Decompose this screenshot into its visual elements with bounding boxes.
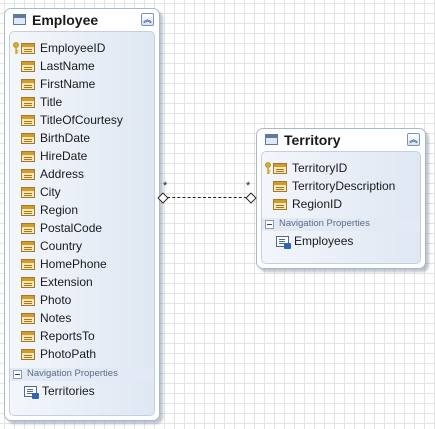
association-line[interactable] <box>162 197 252 198</box>
scalar-property-icon <box>21 205 35 216</box>
scalar-property-icon <box>21 97 35 108</box>
property-label: Photo <box>40 293 72 307</box>
left-multiplicity: * <box>163 180 168 192</box>
territory-entity-header[interactable]: Territory ︽ <box>257 129 425 151</box>
scalar-property-icon <box>21 79 35 90</box>
property-label: ReportsTo <box>40 329 95 343</box>
property-label: EmployeeID <box>40 41 106 55</box>
scalar-property-icon <box>21 115 35 126</box>
property-label: LastName <box>40 59 95 73</box>
property-row[interactable]: PhotoPath <box>10 346 154 364</box>
scalar-property-icon <box>21 61 35 72</box>
scalar-property-icon <box>21 313 35 324</box>
employee-nav-property-territories[interactable]: Territories <box>10 383 154 401</box>
property-row[interactable]: Address <box>10 166 154 184</box>
property-row[interactable]: Region <box>10 202 154 220</box>
property-row[interactable]: TitleOfCourtesy <box>10 112 154 130</box>
property-row[interactable]: Notes <box>10 310 154 328</box>
property-label: Extension <box>40 275 93 289</box>
employee-entity-title: Employee <box>32 12 99 28</box>
scalar-property-icon <box>273 181 287 192</box>
property-row[interactable]: Photo <box>10 292 154 310</box>
employee-entity-header[interactable]: Employee ︽ <box>5 9 159 31</box>
employee-nav-section-header[interactable]: Navigation Properties <box>10 368 154 381</box>
property-row[interactable]: PostalCode <box>10 220 154 238</box>
property-label: TitleOfCourtesy <box>40 113 123 127</box>
property-row[interactable]: City <box>10 184 154 202</box>
scalar-property-icon <box>21 295 35 306</box>
territory-entity-title: Territory <box>284 132 341 148</box>
property-label: Region <box>40 203 79 217</box>
territory-property-list: TerritoryID TerritoryDescription RegionID <box>262 160 420 214</box>
property-row[interactable]: ReportsTo <box>10 328 154 346</box>
collapse-section-icon[interactable] <box>13 370 22 379</box>
scalar-property-icon <box>273 199 287 210</box>
key-icon <box>13 42 19 55</box>
employee-entity-body: EmployeeID LastName FirstName Title TitleOfC… <box>9 31 155 416</box>
scalar-property-icon <box>21 187 35 198</box>
property-label: PhotoPath <box>40 347 97 361</box>
property-row[interactable]: Country <box>10 238 154 256</box>
nav-property-label: Employees <box>294 234 354 248</box>
property-row[interactable]: HomePhone <box>10 256 154 274</box>
property-row[interactable]: EmployeeID <box>10 40 154 58</box>
scalar-property-icon <box>21 259 35 270</box>
property-label: RegionID <box>292 197 343 211</box>
scalar-property-icon <box>21 43 35 54</box>
double-chevron-up-icon[interactable]: ︽ <box>407 133 420 146</box>
scalar-property-icon <box>21 133 35 144</box>
scalar-property-icon <box>21 277 35 288</box>
association-end-diamond <box>245 192 257 204</box>
property-row[interactable]: TerritoryID <box>262 160 420 178</box>
scalar-property-icon <box>21 223 35 234</box>
property-label: Title <box>40 95 63 109</box>
property-row[interactable]: Extension <box>10 274 154 292</box>
key-icon <box>265 162 271 175</box>
territory-entity-body: TerritoryID TerritoryDescription RegionID … <box>261 151 421 264</box>
employee-entity[interactable]: Employee ︽ EmployeeID LastName FirstName Ti… <box>4 8 160 421</box>
scalar-property-icon <box>21 169 35 180</box>
property-row[interactable]: BirthDate <box>10 130 154 148</box>
employee-property-list: EmployeeID LastName FirstName Title TitleOfC… <box>10 40 154 364</box>
property-label: PostalCode <box>40 221 103 235</box>
property-label: FirstName <box>40 77 96 91</box>
property-label: Notes <box>40 311 72 325</box>
entity-icon <box>265 134 278 145</box>
right-multiplicity: * <box>246 180 251 192</box>
scalar-property-icon <box>21 241 35 252</box>
territory-nav-property-employees[interactable]: Employees <box>262 233 420 251</box>
property-label: Country <box>40 239 83 253</box>
property-row[interactable]: LastName <box>10 58 154 76</box>
scalar-property-icon <box>21 151 35 162</box>
nav-property-label: Territories <box>42 384 95 398</box>
property-label: HireDate <box>40 149 88 163</box>
property-label: BirthDate <box>40 131 91 145</box>
nav-section-label: Navigation Properties <box>27 368 118 379</box>
property-label: Address <box>40 167 85 181</box>
territory-nav-section-header[interactable]: Navigation Properties <box>262 218 420 231</box>
property-label: TerritoryID <box>292 161 348 175</box>
nav-section-label: Navigation Properties <box>279 218 370 229</box>
double-chevron-up-icon[interactable]: ︽ <box>141 13 154 26</box>
navigation-property-icon <box>24 386 39 399</box>
scalar-property-icon <box>21 349 35 360</box>
territory-entity[interactable]: Territory ︽ TerritoryID TerritoryDescript… <box>256 128 426 269</box>
property-label: City <box>40 185 61 199</box>
collapse-section-icon[interactable] <box>265 220 274 229</box>
scalar-property-icon <box>21 331 35 342</box>
property-row[interactable]: RegionID <box>262 196 420 214</box>
property-row[interactable]: Title <box>10 94 154 112</box>
property-label: HomePhone <box>40 257 107 271</box>
property-label: TerritoryDescription <box>292 179 396 193</box>
property-row[interactable]: FirstName <box>10 76 154 94</box>
navigation-property-icon <box>276 236 291 249</box>
entity-icon <box>13 14 26 25</box>
property-row[interactable]: TerritoryDescription <box>262 178 420 196</box>
scalar-property-icon <box>273 163 287 174</box>
property-row[interactable]: HireDate <box>10 148 154 166</box>
